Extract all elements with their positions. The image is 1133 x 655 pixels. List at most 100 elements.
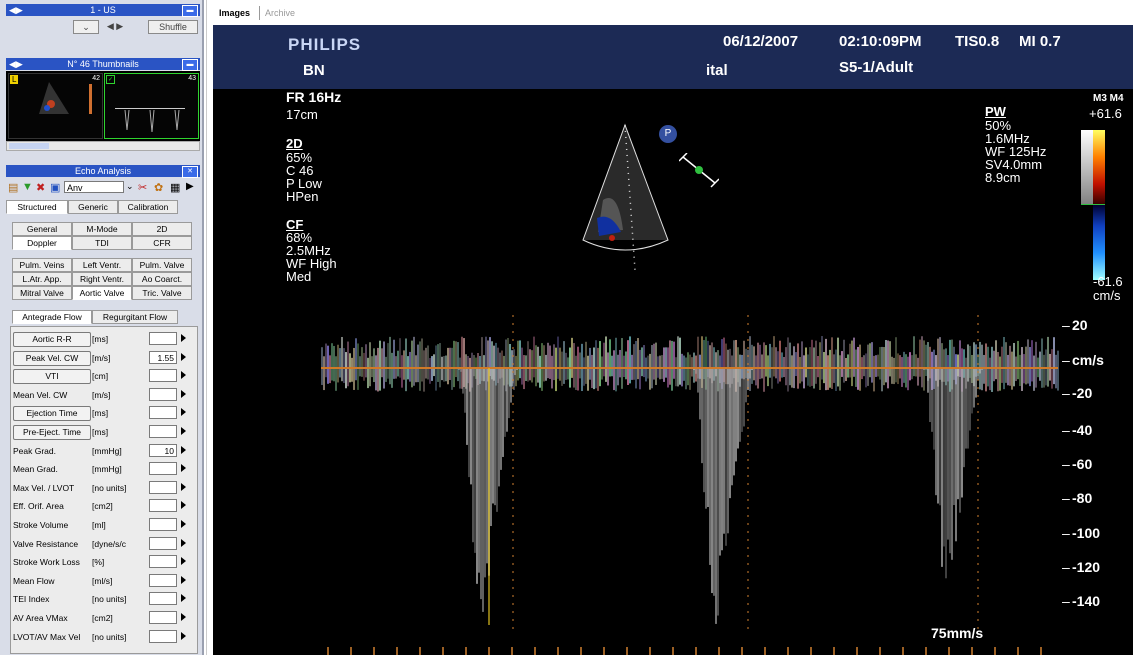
prev-next-icon[interactable]: ◀ ▶ [100,20,130,32]
tab-ao-coarct[interactable]: Ao Coarct. [132,272,192,286]
spectrum-band [805,347,807,378]
spectrum-band [779,340,781,382]
measure-value-field[interactable] [149,425,177,438]
tab-calibration[interactable]: Calibration [118,200,178,214]
measure-value-field[interactable] [149,406,177,420]
expand-arrow-icon[interactable] [181,538,186,547]
sample-gate-icon[interactable] [679,153,719,189]
tab-mitral-valve[interactable]: Mitral Valve [12,286,72,300]
measure-value-field[interactable] [149,462,177,476]
save-icon[interactable]: ▼ [22,181,33,193]
doppler-peak-band [725,368,727,546]
tab-tric-valve[interactable]: Tric. Valve [132,286,192,300]
expand-arrow-icon[interactable] [181,408,186,417]
expand-arrow-icon[interactable] [181,613,186,621]
tab-generic[interactable]: Generic [68,200,118,214]
ultrasound-image[interactable]: PHILIPS 06/12/2007 02:10:09PM TIS0.8 MI … [213,25,1133,655]
pin-icon[interactable]: ▬ [182,5,198,17]
marker-p-icon[interactable]: P [659,125,677,143]
thumbnail-scrollbar[interactable] [6,141,200,151]
measure-value-field[interactable] [149,369,177,383]
tab-images[interactable]: Images [219,8,250,18]
expand-arrow-icon[interactable] [181,594,186,603]
measure-button[interactable]: Aortic R-R [13,332,91,347]
tab-pulm-veins[interactable]: Pulm. Veins [12,258,72,272]
echo-close-icon[interactable]: ✕ [182,166,198,178]
measure-value-field[interactable] [149,332,177,345]
measure-value-field[interactable] [149,592,177,606]
delete-icon[interactable]: ✖ [36,181,45,194]
expand-arrow-icon[interactable] [181,575,186,584]
measure-value-field[interactable] [149,387,177,401]
report-icon[interactable]: ▦ [170,181,180,194]
expand-arrow-icon[interactable] [181,501,186,510]
expand-arrow-icon[interactable] [181,464,186,473]
expand-arrow-icon[interactable] [181,445,186,454]
spectrum-band [987,346,989,387]
tab-2d[interactable]: 2D [132,222,192,236]
spectrum-band [597,347,599,391]
tab-latr-app[interactable]: L.Atr. App. [12,272,72,286]
expand-arrow-icon[interactable] [181,557,186,566]
export-icon[interactable]: ▣ [50,181,60,194]
measurement-row: Eff. Orif. Area [cm2] [11,498,197,515]
doppler-peak-band [943,368,945,547]
expand-arrow-icon[interactable] [181,427,186,435]
expand-arrow-icon[interactable] [181,631,186,640]
thumbnail-2-image [115,108,185,133]
measure-button[interactable]: Pre-Eject. Time [13,425,91,440]
measure-value-field[interactable] [149,499,177,513]
spectrum-band [853,337,855,377]
expand-arrow-icon[interactable] [181,389,186,398]
shuffle-button[interactable]: Shuffle [148,20,198,34]
tab-m-mode[interactable]: M-Mode [72,222,132,236]
measure-button[interactable]: Ejection Time [13,406,91,422]
expand-arrow-icon[interactable] [181,334,186,342]
tab-archive[interactable]: Archive [265,8,295,18]
open-folder-icon[interactable]: ▤ [8,181,18,194]
tab-general[interactable]: General [12,222,72,236]
tab-cfr[interactable]: CFR [132,236,192,250]
expand-arrow-icon[interactable] [181,352,186,361]
scrollbar-thumb[interactable] [9,143,49,149]
panel-divider[interactable] [202,0,204,655]
thumbnails-pin-icon[interactable]: ▬ [182,59,198,71]
dropdown-arrow-icon[interactable]: ⌄ [126,181,134,192]
tab-right-ventr[interactable]: Right Ventr. [72,272,132,286]
measure-value-field[interactable] [149,573,177,587]
tab-antegrade-flow[interactable]: Antegrade Flow [12,310,92,324]
tab-doppler[interactable]: Doppler [12,236,72,250]
tab-left-ventr[interactable]: Left Ventr. [72,258,132,272]
tab-tdi[interactable]: TDI [72,236,132,250]
measure-value-field[interactable] [149,518,177,531]
measure-value-field[interactable]: 10 [149,443,177,457]
tool-icon[interactable]: ✂ [138,181,147,194]
measure-value-field[interactable]: 1.55 [149,350,177,364]
settings-icon[interactable]: ✿ [154,181,163,194]
measure-value-field[interactable] [149,536,177,550]
expand-arrow-icon[interactable] [181,520,186,528]
expand-arrow-icon[interactable] [181,371,186,380]
measure-value-field[interactable] [149,480,177,494]
measure-button[interactable]: VTI [13,369,91,385]
measure-value-field[interactable] [149,629,177,643]
nav-arrows-icon[interactable]: ◀▶ [9,4,23,16]
tab-structured[interactable]: Structured [6,200,68,214]
tab-regurgitant-flow[interactable]: Regurgitant Flow [92,310,178,324]
spectrum-band [643,345,645,378]
measure-button[interactable]: Peak Vel. CW [13,350,91,366]
thumbnail-1[interactable]: L 42 [8,73,103,139]
doppler-peak-band [502,368,504,457]
measure-value-field[interactable] [149,555,177,569]
thumbnails-nav-icon[interactable]: ◀▶ [9,58,23,70]
tab-aortic-valve[interactable]: Aortic Valve [72,286,132,300]
more-arrow-icon[interactable]: ▶ [186,181,194,192]
tab-pulm-valve[interactable]: Pulm. Valve [132,258,192,272]
top-dropdown[interactable]: ⌄ [73,20,99,34]
thumbnail-2[interactable]: ✓ 43 [104,73,199,139]
spectrum-band [817,356,819,378]
spectrum-band [351,357,353,382]
echo-dropdown[interactable]: Anv [64,181,124,193]
expand-arrow-icon[interactable] [181,482,186,491]
measure-value-field[interactable] [149,611,177,624]
